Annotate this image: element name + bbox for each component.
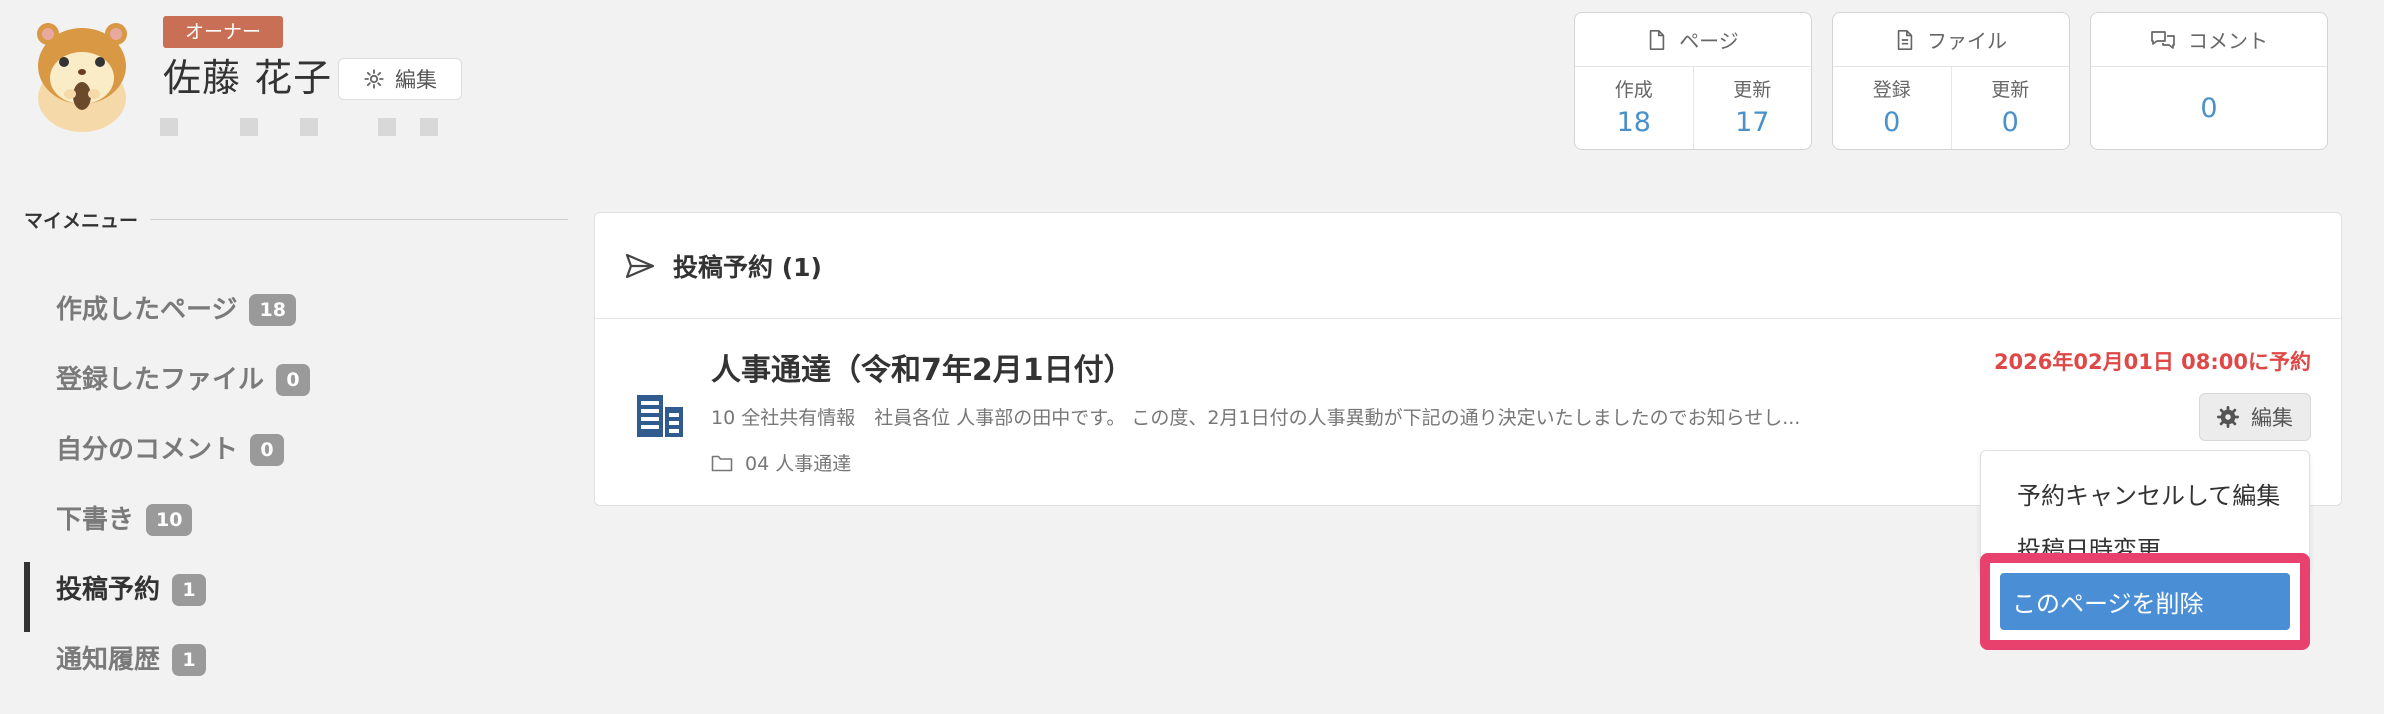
menu-item-label: 登録したファイル xyxy=(56,364,265,395)
folder-icon xyxy=(711,455,733,471)
files-stat-card: ファイル 登録 0 更新 0 xyxy=(1832,12,2070,150)
pages-created-label: 作成 xyxy=(1614,79,1653,101)
menu-item-registered-files[interactable]: 登録したファイル 0 xyxy=(24,342,564,412)
page-icon xyxy=(1649,29,1665,50)
menu-item-label: 作成したページ xyxy=(56,294,238,325)
pages-stat-card: ページ 作成 18 更新 17 xyxy=(1574,12,1812,150)
menu-item-label: 自分のコメント xyxy=(56,434,239,465)
pages-stat-title: ページ xyxy=(1679,29,1739,53)
owner-badge: オーナー xyxy=(163,16,284,48)
post-folder-label: 04 人事通達 xyxy=(745,453,852,475)
menu-item-notification-history[interactable]: 通知履歴 1 xyxy=(24,622,564,692)
menu-item-created-pages[interactable]: 作成したページ 18 xyxy=(24,272,564,342)
post-title-link[interactable]: 人事通達（令和7年2月1日付） xyxy=(711,345,1134,389)
my-menu-header: マイメニュー xyxy=(24,206,568,233)
count-badge: 1 xyxy=(172,644,207,676)
gear-icon xyxy=(2217,406,2239,428)
pages-stat-header: ページ xyxy=(1575,13,1811,67)
pages-updated-value: 17 xyxy=(1735,107,1770,138)
menu-item-cancel-and-edit[interactable]: 予約キャンセルして編集 xyxy=(2017,476,2280,511)
menu-item-label: 通知履歴 xyxy=(56,644,161,675)
file-icon xyxy=(1897,29,1913,50)
post-folder[interactable]: 04 人事通達 xyxy=(711,449,851,476)
comments-icon xyxy=(2151,30,2175,49)
files-updated-stat[interactable]: 更新 0 xyxy=(1950,67,2070,149)
send-icon xyxy=(625,253,655,278)
pages-updated-stat[interactable]: 更新 17 xyxy=(1692,67,1812,149)
menu-item-label: 投稿予約 xyxy=(56,574,161,605)
my-menu-title: マイメニュー xyxy=(24,210,139,232)
files-registered-stat[interactable]: 登録 0 xyxy=(1833,67,1951,149)
files-registered-value: 0 xyxy=(1883,107,1901,138)
count-badge: 1 xyxy=(172,574,207,606)
post-excerpt: 10 全社共有情報 社員各位 人事部の田中です。 この度、2月1日付の人事異動が… xyxy=(711,407,1801,429)
count-badge: 0 xyxy=(276,364,311,396)
gear-icon xyxy=(364,69,384,89)
delete-page-button[interactable]: このページを削除 xyxy=(2000,573,2290,630)
count-badge: 0 xyxy=(250,434,285,466)
edit-profile-label: 編集 xyxy=(395,68,437,92)
files-stat-title: ファイル xyxy=(1927,29,2007,53)
files-updated-value: 0 xyxy=(2001,107,2019,138)
comments-stat-title: コメント xyxy=(2188,29,2268,53)
delete-highlight-box: このページを削除 xyxy=(1980,553,2310,650)
delete-highlight-inner: このページを削除 xyxy=(1990,563,2300,640)
menu-item-label: 下書き xyxy=(56,504,135,535)
post-edit-label: 編集 xyxy=(2251,406,2293,430)
my-menu: 作成したページ 18 登録したファイル 0 自分のコメント 0 下書き 10 投… xyxy=(24,272,564,692)
panel-header: 投稿予約 (1) xyxy=(595,213,2341,319)
count-badge: 10 xyxy=(146,504,193,536)
pages-updated-label: 更新 xyxy=(1733,79,1772,101)
panel-title: 投稿予約 (1) xyxy=(673,252,822,282)
menu-item-drafts[interactable]: 下書き 10 xyxy=(24,482,564,552)
user-name: 佐藤 花子 xyxy=(163,56,333,100)
post-edit-button[interactable]: 編集 xyxy=(2199,393,2311,441)
hamster-avatar-icon xyxy=(37,23,127,132)
edit-profile-button[interactable]: 編集 xyxy=(338,58,462,100)
comments-stat-value: 0 xyxy=(2200,92,2218,124)
building-icon xyxy=(637,395,683,437)
menu-item-my-comments[interactable]: 自分のコメント 0 xyxy=(24,412,564,482)
menu-item-scheduled-posts[interactable]: 投稿予約 1 xyxy=(24,552,564,632)
pages-created-stat[interactable]: 作成 18 xyxy=(1575,67,1693,149)
post-schedule-time: 2026年02月01日 08:00に予約 xyxy=(1993,350,2311,374)
files-registered-label: 登録 xyxy=(1872,79,1911,101)
comments-stat-header: コメント xyxy=(2091,13,2327,67)
pages-created-value: 18 xyxy=(1616,107,1651,138)
count-badge: 18 xyxy=(249,294,296,326)
files-stat-header: ファイル xyxy=(1833,13,2069,67)
files-updated-label: 更新 xyxy=(1991,79,2030,101)
divider xyxy=(150,219,568,220)
comments-stat-card[interactable]: コメント 0 xyxy=(2090,12,2328,150)
avatar xyxy=(26,16,138,132)
